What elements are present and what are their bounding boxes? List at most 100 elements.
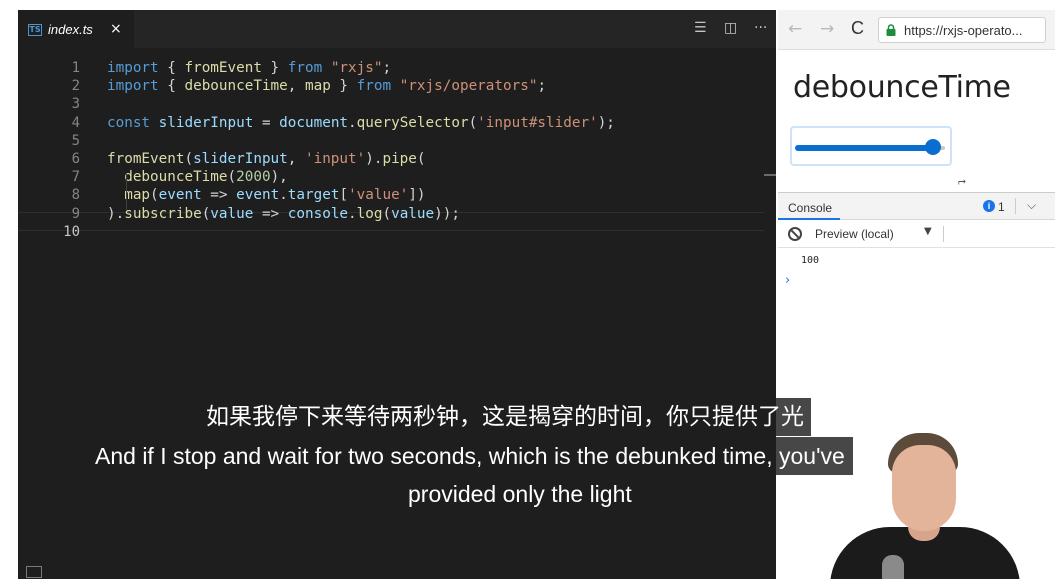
address-bar[interactable]: https://rxjs-operato... <box>878 17 1046 43</box>
code-token: debounceTime <box>184 78 288 95</box>
code-token: 2000 <box>236 169 271 186</box>
tab-console[interactable]: Console <box>788 201 832 215</box>
code-token: document <box>279 114 349 131</box>
more-actions-icon[interactable]: ··· <box>754 20 767 36</box>
page-title: debounceTime <box>793 70 1011 105</box>
code-token: import <box>107 78 159 95</box>
code-token: debounceTime <box>124 169 228 186</box>
line-number-gutter: 1 2 3 4 5 6 7 8 9 10 <box>18 48 104 579</box>
code-token: ; <box>382 60 392 76</box>
code-token: [ <box>339 187 349 204</box>
code-token: import <box>107 60 159 76</box>
code-token: sliderInput <box>158 114 254 131</box>
code-token: map <box>124 187 151 204</box>
code-token: ( <box>416 151 426 167</box>
console-prompt-icon[interactable]: › <box>785 273 790 288</box>
line-number: 10 <box>63 223 80 240</box>
code-token: sliderInput <box>193 151 288 167</box>
code-token: 'input#slider' <box>477 114 598 131</box>
code-token: 'value' <box>348 187 409 204</box>
caret-down-icon[interactable]: ▼ <box>924 226 932 237</box>
code-token: . <box>348 205 357 222</box>
active-tab-indicator <box>778 218 840 220</box>
code-token: = <box>253 114 280 131</box>
browser-toolbar: ← → C https://rxjs-operato... <box>778 10 1055 50</box>
code-token: )); <box>434 205 460 222</box>
subtitle-english-line-1: And if I stop and wait for two seconds, … <box>87 437 853 475</box>
code-token: ( <box>201 205 211 222</box>
code-token: event <box>236 187 280 204</box>
code-line: const sliderInput = document.querySelect… <box>107 114 615 132</box>
code-token: ( <box>382 205 392 222</box>
slider-input[interactable] <box>790 126 952 166</box>
line-number: 6 <box>71 151 80 167</box>
mouse-cursor-icon: ⮣ <box>958 176 966 187</box>
code-token: } <box>330 78 357 95</box>
code-token: => <box>253 205 288 222</box>
code-line: map(event => event.target['value']) <box>107 186 425 204</box>
code-line: import { debounceTime, map } from "rxjs/… <box>107 77 546 95</box>
code-token: 'input' <box>304 151 366 167</box>
scrollbar-marker[interactable] <box>764 174 776 176</box>
url-text: https://rxjs-operato... <box>904 23 1023 38</box>
typescript-file-icon: TS <box>28 24 42 36</box>
presenter-face <box>892 445 956 531</box>
code-token: from <box>356 78 392 95</box>
tab-filename: index.ts <box>48 22 93 37</box>
code-token: "rxjs/operators" <box>399 78 538 95</box>
console-log-entry: 100 <box>801 255 820 266</box>
code-token: , <box>287 151 305 167</box>
tab-index-ts[interactable]: TS index.ts × <box>18 10 134 48</box>
subtitle-chinese: 如果我停下来等待两秒钟，这是揭穿的时间，你只提供了光 <box>199 398 811 436</box>
context-selector[interactable]: Preview (local) <box>815 227 894 241</box>
code-token: from <box>287 60 323 76</box>
slider-thumb[interactable] <box>925 139 941 155</box>
code-token: map <box>305 78 331 95</box>
line-number: 9 <box>71 205 80 222</box>
code-line: fromEvent(sliderInput, 'input').pipe( <box>107 150 426 168</box>
code-token: target <box>287 187 340 204</box>
code-token: ( <box>468 114 478 131</box>
panel-toggle-icon[interactable] <box>26 566 42 578</box>
code-token: ). <box>365 151 383 167</box>
code-token: => <box>201 187 237 204</box>
code-token: } <box>261 60 288 76</box>
split-editor-icon[interactable]: ◫ <box>724 20 737 36</box>
code-token: event <box>158 187 202 204</box>
code-token: ( <box>227 169 237 186</box>
code-token: console <box>287 205 349 222</box>
clear-console-slash <box>790 229 800 239</box>
code-token: ); <box>597 114 615 131</box>
code-token: value <box>210 205 254 222</box>
reload-icon[interactable]: C <box>851 18 864 39</box>
code-line: ).subscribe(value => console.log(value))… <box>107 205 460 223</box>
info-icon[interactable]: i <box>983 200 995 212</box>
code-token: querySelector <box>356 114 469 131</box>
code-token: value <box>391 205 435 222</box>
subtitle-english-line-2: provided only the light <box>400 475 640 513</box>
presenter-webcam <box>830 415 1055 579</box>
microphone <box>882 555 904 579</box>
back-icon[interactable]: ← <box>788 19 802 39</box>
code-token: ; <box>537 78 547 95</box>
slider-fill <box>795 145 933 151</box>
lock-icon <box>886 24 896 36</box>
code-token: ). <box>107 205 125 222</box>
divider <box>943 226 944 242</box>
toggle-lines-icon[interactable]: ☰ <box>694 20 707 36</box>
indent-guide <box>126 174 127 210</box>
forward-icon[interactable]: → <box>820 19 834 39</box>
clear-console-icon[interactable] <box>788 227 802 241</box>
close-tab-icon[interactable]: × <box>110 21 122 37</box>
code-token: fromEvent <box>107 151 185 167</box>
code-token: , <box>287 78 305 95</box>
code-token: "rxjs" <box>330 60 383 76</box>
code-token: pipe <box>382 151 417 167</box>
console-toolbar: Preview (local) ▼ <box>778 221 1055 248</box>
chevron-down-icon[interactable]: ⌵ <box>1027 198 1036 213</box>
code-token: fromEvent <box>184 60 262 76</box>
